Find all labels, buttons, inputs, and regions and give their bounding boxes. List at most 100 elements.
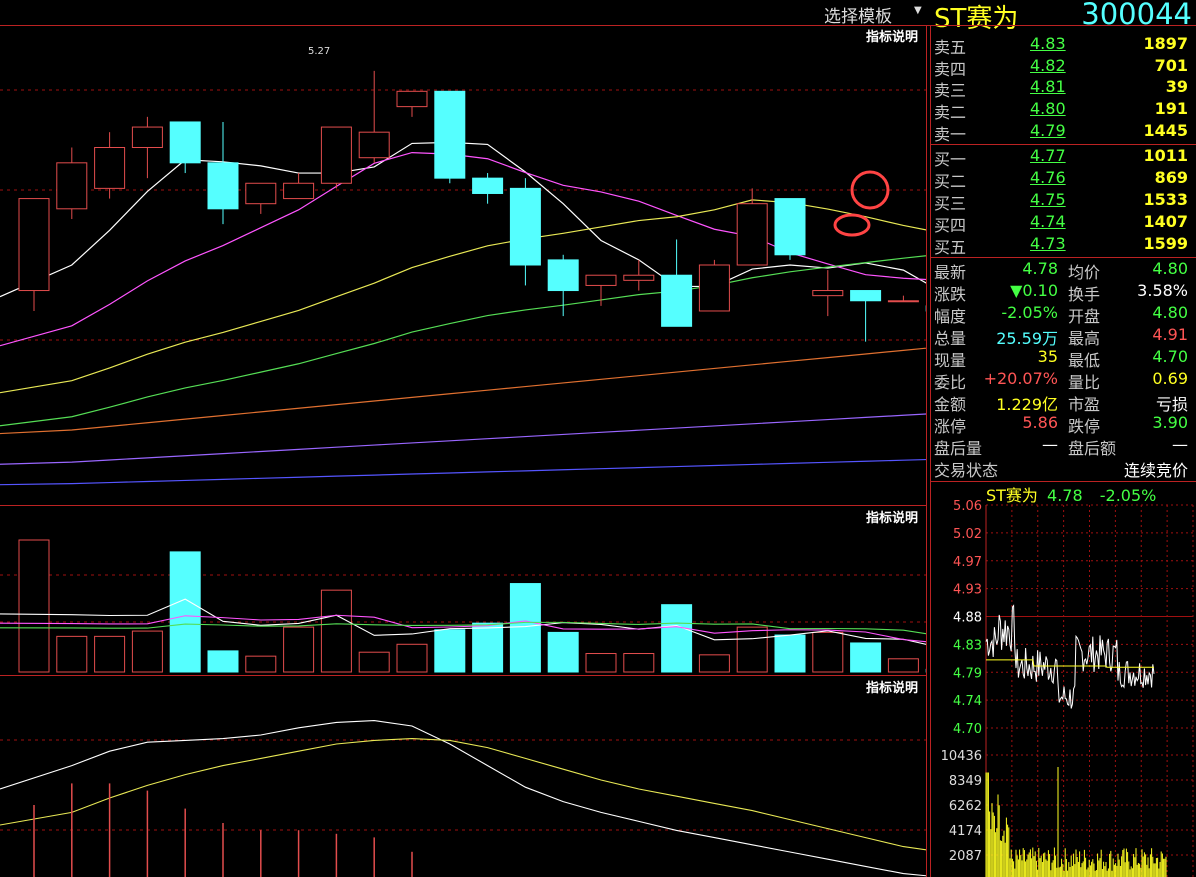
ask-row-4: 卖四 4.82 701 [934, 56, 1188, 79]
candle-body [131, 126, 163, 148]
kline-chart[interactable]: 5.27 [0, 0, 926, 877]
volume-bar [94, 635, 126, 673]
candle-body [56, 162, 88, 210]
intraday-price-line [985, 604, 1155, 709]
ask-row-3: 卖三 4.81 39 [934, 77, 1188, 100]
candle-body [472, 177, 504, 194]
volume-tick-label: 2087 [949, 849, 982, 864]
volume-bar [661, 604, 693, 673]
intraday-lines [985, 604, 1155, 709]
bid-price[interactable]: 4.75 [1030, 190, 1066, 209]
ask-price[interactable]: 4.81 [1030, 77, 1066, 96]
bid-row-2: 买二 4.76 869 [934, 168, 1188, 191]
candle-body [245, 182, 277, 205]
stat-row-limits: 涨停 5.86 跌停 3.90 [934, 413, 1188, 436]
candle-body [547, 259, 579, 292]
intraday-avg-line [986, 659, 1154, 668]
bid-price[interactable]: 4.74 [1030, 212, 1066, 231]
candle-body [18, 198, 50, 292]
stat-row-latest: 最新 4.78 均价 4.80 [934, 259, 1188, 282]
candles [18, 70, 926, 342]
volume-bar [472, 622, 504, 673]
bid-price[interactable]: 4.73 [1030, 234, 1066, 253]
volume-tick-label: 8349 [949, 774, 982, 789]
bid-price[interactable]: 4.77 [1030, 146, 1066, 165]
volume-bar [18, 539, 50, 673]
main-right-border [926, 25, 927, 877]
stat-row-ratio: 委比 +20.07% 量比 0.69 [934, 369, 1188, 392]
volume-bar [56, 635, 88, 673]
book-divider [931, 144, 1196, 145]
volume-bar [207, 650, 239, 673]
stat-row-pct: 幅度 -2.05% 开盘 4.80 [934, 303, 1188, 326]
candle-body [396, 90, 428, 108]
candle-body [698, 264, 730, 312]
stat-row-status: 交易状态 连续竞价 [934, 461, 1188, 480]
volume-bar [812, 631, 844, 673]
bid-row-3: 买三 4.75 1533 [934, 190, 1188, 213]
volume-bar [698, 654, 730, 673]
ma120-line [0, 413, 926, 465]
volume-bar [774, 634, 806, 673]
volume-bar [283, 626, 315, 673]
annotation-circles [833, 170, 890, 237]
price-tick-label: 5.02 [953, 527, 982, 542]
volume-bar [131, 630, 163, 673]
candle-body [283, 182, 315, 200]
high-price-label: 5.27 [308, 46, 330, 57]
candle-body [812, 290, 844, 297]
volume-tick-label: 4174 [949, 824, 982, 839]
price-tick-label: 4.97 [953, 555, 982, 570]
ma-lines [0, 141, 926, 486]
volume-bar [585, 653, 617, 673]
macd [0, 720, 926, 877]
candle-body [736, 203, 768, 266]
price-tick-label: 4.88 [953, 611, 982, 626]
ask-price[interactable]: 4.79 [1030, 121, 1066, 140]
volume-bar [547, 631, 579, 673]
ma250-line [0, 458, 926, 486]
volume-bar [434, 629, 466, 673]
highlight-circle-small [833, 213, 871, 237]
candle-body [320, 126, 352, 184]
ask-price[interactable]: 4.80 [1030, 99, 1066, 118]
volume-tick-label: 10436 [941, 749, 982, 764]
ask-price[interactable]: 4.83 [1030, 34, 1066, 53]
intraday-chart[interactable]: 5.06 5.02 4.97 4.93 4.88 4.83 4.79 4.74 4.70 1043… [931, 500, 1196, 877]
price-tick-label: 4.93 [953, 583, 982, 598]
candle-body [850, 290, 882, 302]
ask-row-5: 卖五 4.83 1897 [934, 34, 1188, 57]
ask-row-2: 卖二 4.80 191 [934, 99, 1188, 122]
candle-body [661, 274, 693, 327]
bid-row-5: 买五 4.73 1599 [934, 234, 1188, 257]
candle-body [169, 121, 201, 164]
price-tick-label: 5.06 [953, 500, 982, 514]
stat-row-amount: 金额 1.229亿 市盈 亏损 [934, 395, 1188, 414]
volume-bar [850, 642, 882, 673]
stat-row-after: 盘后量 — 盘后额 — [934, 435, 1188, 458]
price-tick-label: 4.70 [953, 722, 982, 737]
candle-body [774, 198, 806, 256]
stat-row-change: 涨跌 ▼0.10 换手 3.58% [934, 281, 1188, 304]
candle-body [887, 300, 919, 303]
volume-bar [736, 626, 768, 673]
price-tick-label: 4.83 [953, 638, 982, 653]
candle-body [623, 274, 655, 281]
book-divider-2 [931, 257, 1196, 258]
ma60-line [0, 347, 926, 435]
macd-dea-line [0, 738, 926, 851]
volume-bar [169, 551, 201, 673]
volume-bar [887, 658, 919, 673]
volume-bar [358, 651, 390, 673]
candle-body [585, 274, 617, 286]
price-tick-label: 4.74 [953, 694, 982, 709]
volume-bar [320, 589, 352, 673]
bid-price[interactable]: 4.76 [1030, 168, 1066, 187]
volume-bars [0, 539, 926, 673]
candle-body [509, 187, 541, 266]
ask-price[interactable]: 4.82 [1030, 56, 1066, 75]
volume-bar [396, 643, 428, 673]
stock-name: ST赛为 [934, 4, 1019, 34]
candle-body [207, 162, 239, 210]
price-tick-label: 4.79 [953, 666, 982, 681]
